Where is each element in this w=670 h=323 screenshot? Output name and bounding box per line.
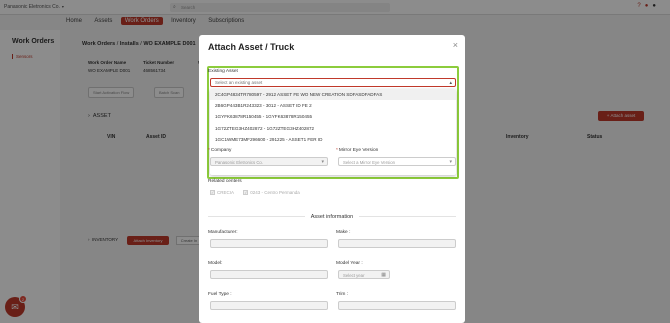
mirror-eye-label: *Mirror Eye Version — [336, 148, 379, 153]
check-icon: ✓ — [243, 190, 249, 196]
chevron-down-icon: ▾ — [321, 158, 324, 165]
existing-asset-input[interactable] — [211, 79, 455, 86]
asset-information-title: Asset information — [199, 214, 465, 220]
mirror-eye-select[interactable]: Select a Mirror Eye Version ▾ — [338, 157, 456, 166]
model-year-placeholder: Select year — [343, 272, 365, 278]
model-year-label: Model Year : — [336, 261, 363, 266]
fuel-type-field[interactable] — [210, 301, 328, 310]
check-icon: ✓ — [210, 190, 215, 196]
center-label: 0243 - Centro Permanda — [250, 190, 300, 195]
make-label: Make : — [336, 230, 351, 235]
related-centers-label: Related centers — [208, 179, 242, 184]
close-icon[interactable]: × — [453, 40, 458, 50]
calendar-icon: ▦ — [381, 271, 386, 278]
dropdown-option[interactable]: 1GC1WME73MF296600 - 291225 - ASSET1 FER … — [210, 134, 456, 145]
dropdown-option[interactable]: 1GYFK63878R150455 - 1GYFK63878R150455 — [210, 111, 456, 122]
make-field[interactable] — [338, 239, 456, 248]
company-label: *Company — [208, 148, 232, 153]
model-label: Model: — [208, 261, 223, 266]
center-checkbox-crecia[interactable]: ✓ CRECIA — [210, 190, 235, 196]
trim-field[interactable] — [338, 301, 456, 310]
company-select[interactable]: Panasonic Eletronics Co. ▾ — [210, 157, 328, 166]
modal-title: Attach Asset / Truck — [208, 42, 295, 52]
mirror-eye-label-text: Mirror Eye Version — [338, 148, 379, 153]
manufacturer-field[interactable] — [210, 239, 328, 248]
manufacturer-label: Manufacturer: — [208, 230, 238, 235]
chevron-down-icon: ▾ — [449, 158, 452, 165]
trim-label: Trim : — [336, 292, 349, 297]
dropdown-option[interactable]: 1G72ZTEG3HZ402872 - 1G72ZTEG3HZ402872 — [210, 123, 456, 134]
center-label: CRECIA — [217, 190, 235, 195]
related-centers-list: ✓ CRECIA ✓ 0243 - Centro Permanda — [210, 190, 308, 196]
dropdown-option[interactable]: 2B6GP443B1R243323 - 3012 - ASSET ID FE 2 — [210, 100, 456, 111]
asset-information-text: Asset information — [304, 214, 360, 220]
dropdown-option[interactable]: 2C4GP4834TR780597 - 2912 ASSET FE WO NEW… — [210, 89, 456, 101]
company-value: Panasonic Eletronics Co. — [215, 159, 264, 165]
existing-asset-label: Existing Asset — [208, 69, 238, 74]
attach-asset-modal: Attach Asset / Truck × Existing Asset ▴ … — [199, 35, 465, 323]
model-field[interactable] — [210, 270, 328, 279]
company-label-text: Company — [210, 148, 232, 153]
center-checkbox-0243[interactable]: ✓ 0243 - Centro Permanda — [243, 190, 300, 196]
existing-asset-select[interactable]: ▴ — [210, 78, 456, 87]
model-year-picker[interactable]: Select year ▦ — [338, 270, 390, 279]
fuel-type-label: Fuel Type : — [208, 292, 232, 297]
mirror-eye-placeholder: Select a Mirror Eye Version — [343, 159, 396, 165]
chevron-up-icon: ▴ — [449, 80, 452, 86]
